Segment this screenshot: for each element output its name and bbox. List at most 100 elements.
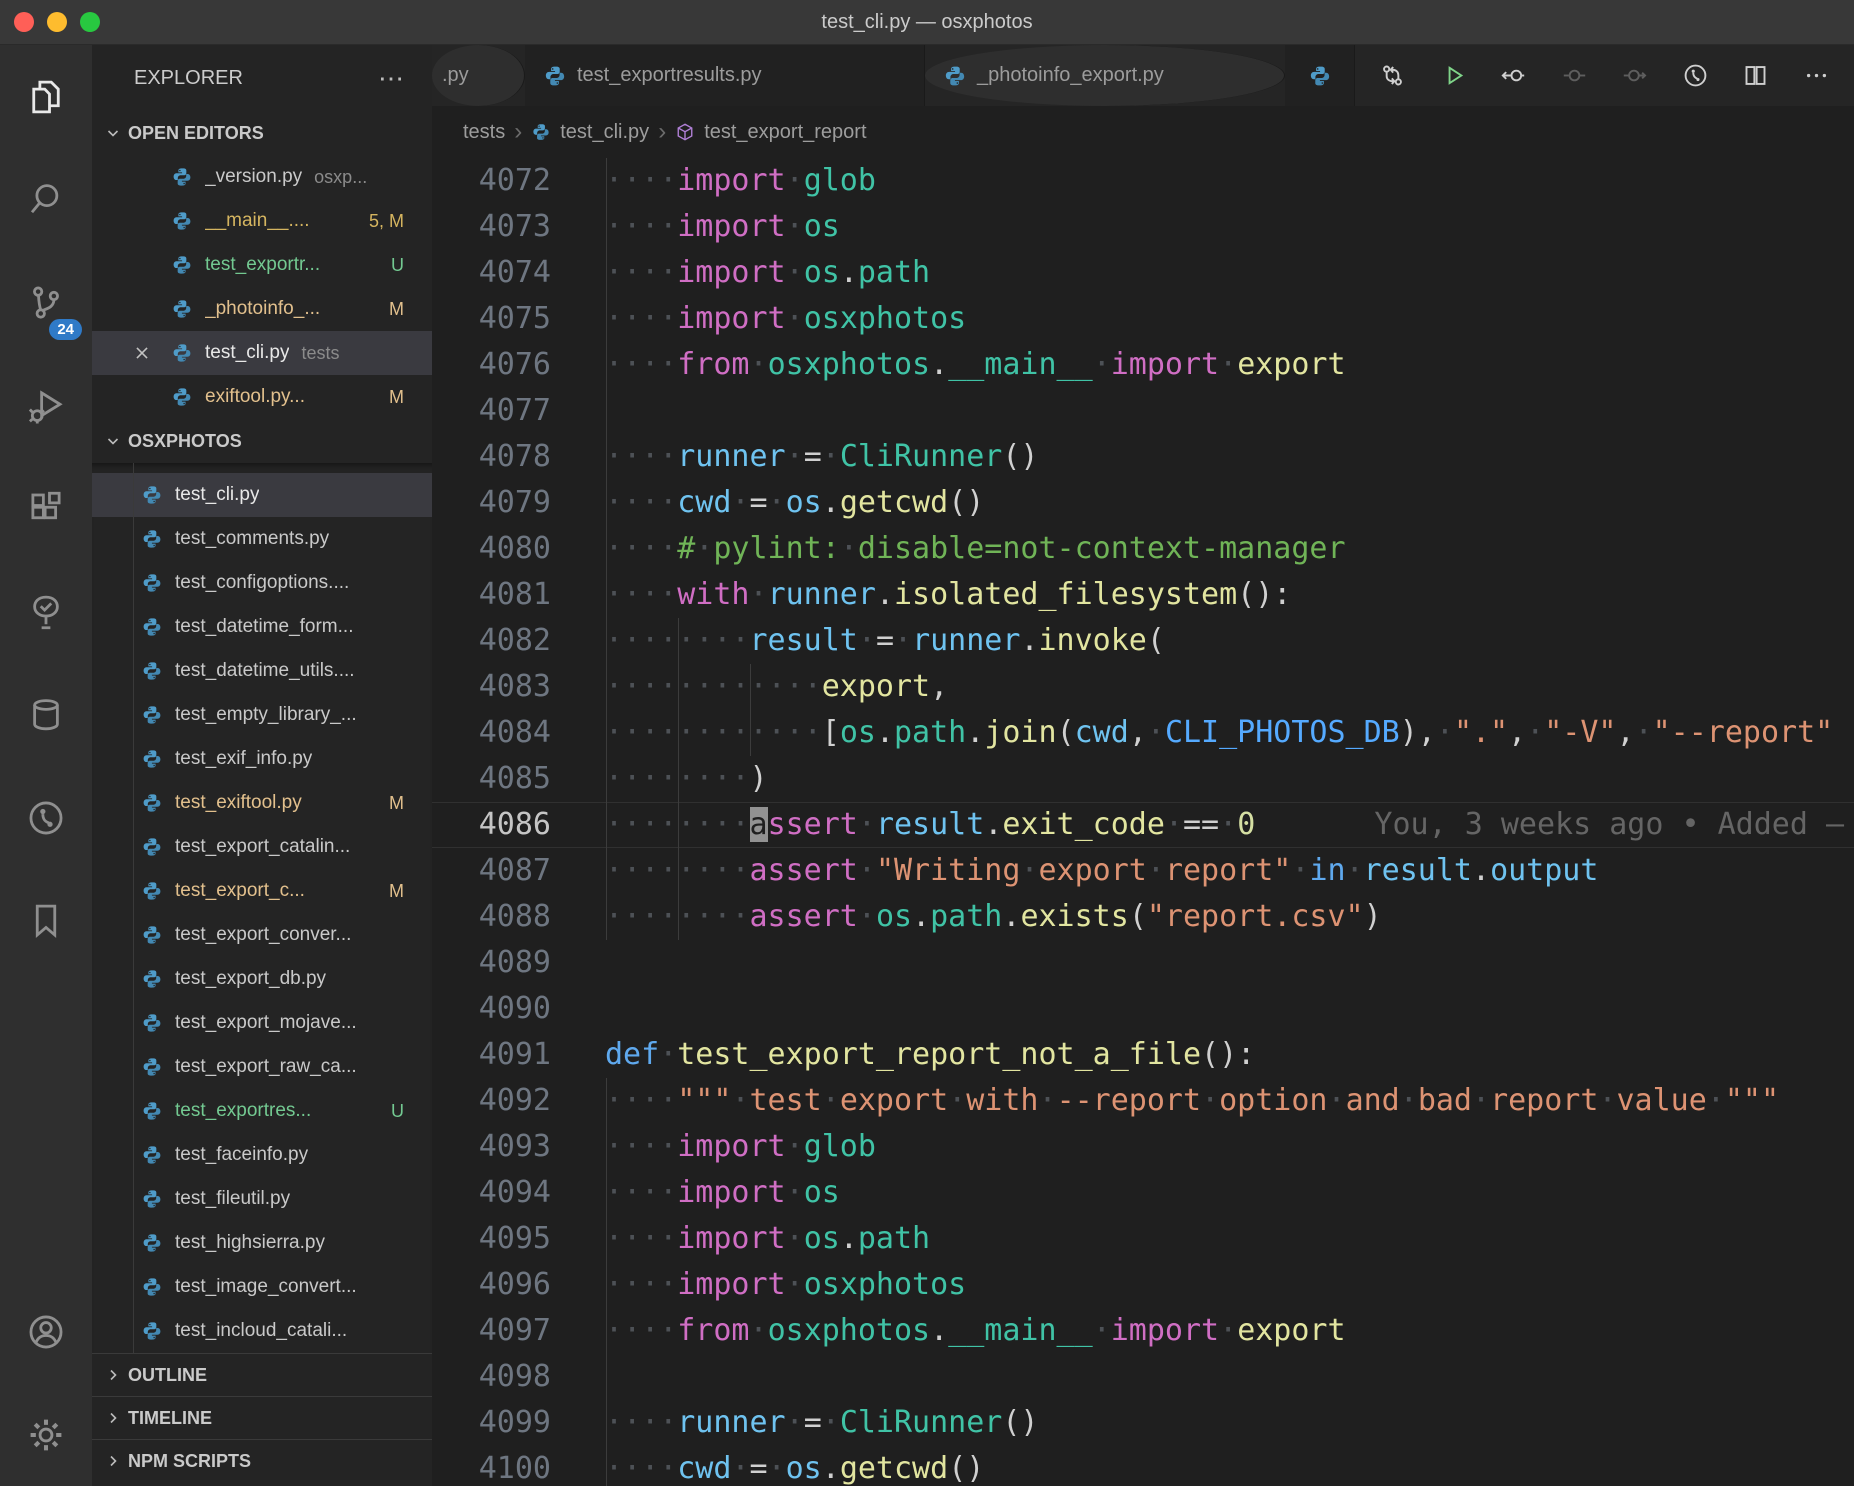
close-icon[interactable] <box>133 344 151 362</box>
python-icon <box>141 1056 163 1078</box>
file-tree-item[interactable]: test_export_c...M <box>92 869 432 913</box>
activity-source-control[interactable]: 24 <box>0 251 92 354</box>
code-line[interactable]: 4079····cwd·=·os.getcwd() <box>432 480 1854 526</box>
sidebar-section-timeline[interactable]: TIMELINE <box>92 1396 432 1439</box>
code-area[interactable]: 4072····import·glob4073····import·os4074… <box>432 158 1854 1486</box>
code-line[interactable]: 4094····import·os <box>432 1170 1854 1216</box>
chevron-right-icon <box>105 1410 121 1426</box>
code-line[interactable]: 4088········assert·os.path.exists("repor… <box>432 894 1854 940</box>
code-line[interactable]: 4073····import·os <box>432 204 1854 250</box>
file-tree-item[interactable]: test_export_conver... <box>92 913 432 957</box>
code-line[interactable]: 4086········assert·result.exit_code·==·0… <box>432 802 1854 848</box>
step-over-icon[interactable] <box>1561 62 1588 89</box>
open-editor-item[interactable]: test_cli.pytests <box>92 331 432 375</box>
sidebar-section-outline[interactable]: OUTLINE <box>92 1353 432 1396</box>
file-tree-item[interactable]: test_exportres...U <box>92 1089 432 1133</box>
code-line[interactable]: 4074····import·os.path <box>432 250 1854 296</box>
code-line[interactable]: 4072····import·glob <box>432 158 1854 204</box>
code-line[interactable]: 4080····#·pylint:·disable=not-context-ma… <box>432 526 1854 572</box>
minimize-window-button[interactable] <box>47 12 67 32</box>
code-line[interactable]: 4100····cwd·=·os.getcwd() <box>432 1446 1854 1486</box>
file-tree-item[interactable]: test_export_catalin... <box>92 825 432 869</box>
activity-database[interactable] <box>0 663 92 766</box>
tab-_photoinfo_export.py[interactable]: _photoinfo_export.py <box>925 45 1285 106</box>
code-line[interactable]: 4084············[os.path.join(cwd,·CLI_P… <box>432 710 1854 756</box>
activity-todo-tree[interactable] <box>0 560 92 663</box>
python-icon <box>141 1100 163 1122</box>
tab-python-icon-partial[interactable] <box>1285 45 1355 106</box>
open-editor-item[interactable]: __main__....5, M <box>92 199 432 243</box>
file-tree-item[interactable]: test_comments.py <box>92 517 432 561</box>
python-icon <box>141 1320 163 1342</box>
code-line[interactable]: 4097····from·osxphotos.__main__·import·e… <box>432 1308 1854 1354</box>
activity-settings[interactable] <box>0 1383 92 1486</box>
code-line[interactable]: 4076····from·osxphotos.__main__·import·e… <box>432 342 1854 388</box>
file-tree-item[interactable]: test_configoptions.... <box>92 561 432 605</box>
run-icon[interactable] <box>1440 62 1467 89</box>
close-icon[interactable] <box>133 344 151 368</box>
tab-test_exportresults.py[interactable]: test_exportresults.py <box>525 45 925 106</box>
file-tree-item[interactable]: test_cli.py <box>92 473 432 517</box>
code-line[interactable]: 4089 <box>432 940 1854 986</box>
file-tree-item[interactable]: test_export_mojave... <box>92 1001 432 1045</box>
code-line[interactable]: 4081····with·runner.isolated_filesystem(… <box>432 572 1854 618</box>
code-line[interactable]: 4093····import·glob <box>432 1124 1854 1170</box>
file-tree-item[interactable]: test_image_convert... <box>92 1265 432 1309</box>
code-line[interactable]: 4083············export, <box>432 664 1854 710</box>
compare-changes-icon[interactable] <box>1379 62 1406 89</box>
file-tree-item[interactable]: test_exif_info.py <box>92 737 432 781</box>
close-window-button[interactable] <box>14 12 34 32</box>
file-tree-item[interactable]: test_faceinfo.py <box>92 1133 432 1177</box>
open-editor-item[interactable]: test_exportr...U <box>92 243 432 287</box>
code-line[interactable]: 4092····"""·test·export·with·--report·op… <box>432 1078 1854 1124</box>
activity-account[interactable] <box>0 1280 92 1383</box>
activity-extensions[interactable] <box>0 457 92 560</box>
file-tree-item[interactable]: test_datetime_utils.... <box>92 649 432 693</box>
file-tree-item[interactable]: test_fileutil.py <box>92 1177 432 1221</box>
code-line[interactable]: 4099····runner·=·CliRunner() <box>432 1400 1854 1446</box>
code-line[interactable]: 4087········assert·"Writing·export·repor… <box>432 848 1854 894</box>
maximize-window-button[interactable] <box>80 12 100 32</box>
activity-run-debug[interactable] <box>0 354 92 457</box>
file-tree-item[interactable]: test_empty_library_... <box>92 693 432 737</box>
code-line[interactable]: 4090 <box>432 986 1854 1032</box>
activity-explorer[interactable] <box>0 45 92 148</box>
file-tree-item[interactable]: test_export_raw_ca... <box>92 1045 432 1089</box>
code-line[interactable]: 4082········result·=·runner.invoke( <box>432 618 1854 664</box>
code-line[interactable]: 4091def·test_export_report_not_a_file(): <box>432 1032 1854 1078</box>
code-line[interactable]: 4078····runner·=·CliRunner() <box>432 434 1854 480</box>
code-line[interactable]: 4085········) <box>432 756 1854 802</box>
indent-guide <box>606 1124 607 1170</box>
code-line[interactable]: 4077 <box>432 388 1854 434</box>
section-open-editors[interactable]: OPEN EDITORS <box>92 111 432 155</box>
file-tree-item[interactable]: test_exiftool.pyM <box>92 781 432 825</box>
breadcrumb-item[interactable]: test_export_report <box>704 121 866 144</box>
code-line[interactable]: 4075····import·osxphotos <box>432 296 1854 342</box>
file-tree-item[interactable]: test_incloud_catali... <box>92 1309 432 1353</box>
code-line[interactable]: 4096····import·osxphotos <box>432 1262 1854 1308</box>
more-actions-icon[interactable] <box>1803 62 1830 89</box>
code-line[interactable]: 4095····import·os.path <box>432 1216 1854 1262</box>
step-out-icon[interactable] <box>1621 62 1648 89</box>
activity-gitlens[interactable] <box>0 766 92 869</box>
more-actions-icon[interactable]: ⋯ <box>378 73 406 83</box>
file-name: test_exportres... <box>175 1100 311 1122</box>
activity-bookmarks[interactable] <box>0 869 92 972</box>
section-osxphotos[interactable]: OSXPHOTOS <box>92 419 432 463</box>
step-back-icon[interactable] <box>1500 62 1527 89</box>
tab-.py[interactable]: .py <box>432 45 525 106</box>
sidebar-section-npm-scripts[interactable]: NPM SCRIPTS <box>92 1439 432 1482</box>
file-tree-item[interactable]: test_export_db.py <box>92 957 432 1001</box>
file-tree-item[interactable]: test_highsierra.py <box>92 1221 432 1265</box>
activity-search[interactable] <box>0 148 92 251</box>
breadcrumb-item[interactable]: test_cli.py <box>560 121 649 144</box>
split-editor-icon[interactable] <box>1742 62 1769 89</box>
run-commit-graph-icon[interactable] <box>1682 62 1709 89</box>
open-editor-item[interactable]: _version.pyosxp... <box>92 155 432 199</box>
open-editor-item[interactable]: _photoinfo_...M <box>92 287 432 331</box>
python-icon <box>141 1012 163 1034</box>
file-tree-item[interactable]: test_datetime_form... <box>92 605 432 649</box>
breadcrumb-item[interactable]: tests <box>463 121 505 144</box>
code-line[interactable]: 4098 <box>432 1354 1854 1400</box>
open-editor-item[interactable]: exiftool.py...M <box>92 375 432 419</box>
